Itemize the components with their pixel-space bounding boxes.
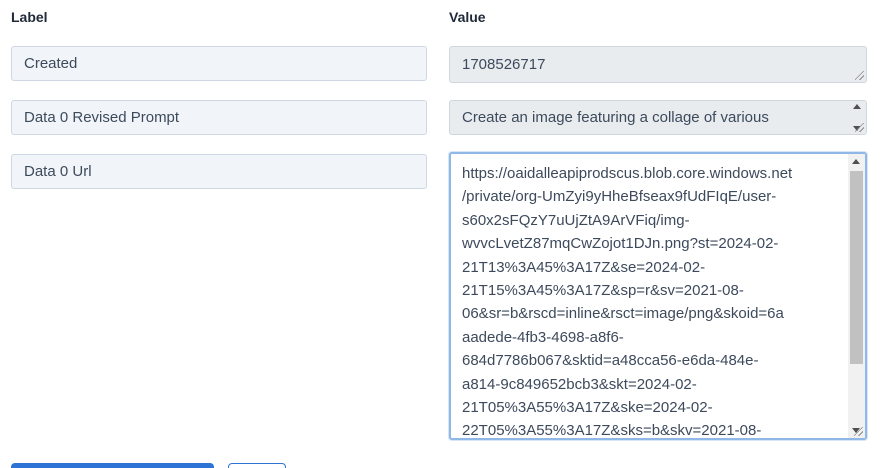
value-field-revised-prompt[interactable]: Create an image featuring a collage of v…	[449, 100, 867, 135]
label-value-editor: Label Value Created 1708526717 Data 0 Re…	[0, 0, 890, 468]
value-text-revised-prompt: Create an image featuring a collage of v…	[462, 109, 769, 126]
scroll-thumb[interactable]	[850, 171, 863, 364]
label-column-header: Label	[11, 9, 48, 25]
label-field-url[interactable]: Data 0 Url	[11, 154, 427, 189]
resize-grip-icon[interactable]	[855, 71, 864, 80]
resize-grip-icon[interactable]	[854, 427, 863, 436]
secondary-button[interactable]	[228, 463, 286, 468]
value-field-created[interactable]: 1708526717	[449, 46, 867, 83]
label-field-created[interactable]: Created	[11, 46, 427, 81]
value-column-header: Value	[449, 9, 486, 25]
label-field-revised-prompt[interactable]: Data 0 Revised Prompt	[11, 100, 427, 135]
resize-grip-icon[interactable]	[855, 123, 864, 132]
url-scrollbar[interactable]	[848, 154, 865, 438]
value-text-created: 1708526717	[462, 56, 546, 73]
primary-button[interactable]	[11, 463, 214, 468]
value-field-url[interactable]: https://oaidalleapiprodscus.blob.core.wi…	[449, 152, 867, 440]
scroll-up-arrow-icon[interactable]	[852, 159, 860, 164]
value-text-url: https://oaidalleapiprodscus.blob.core.wi…	[462, 165, 793, 440]
scroll-up-arrow-icon[interactable]	[853, 104, 861, 109]
